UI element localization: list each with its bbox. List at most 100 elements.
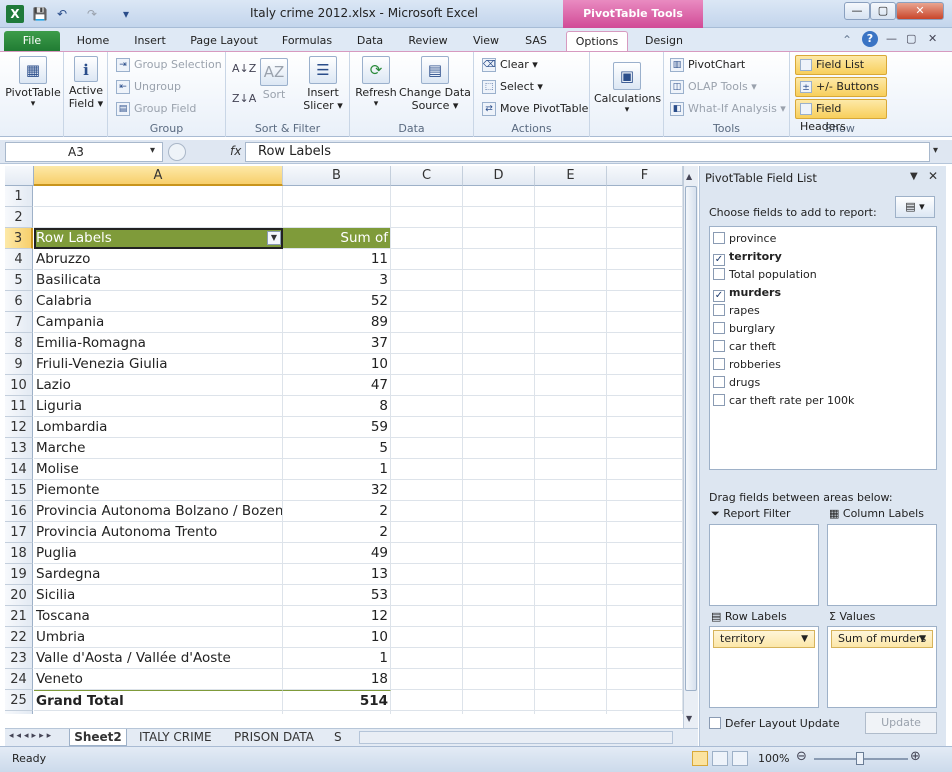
pivot-row-label[interactable]: Provincia Autonoma Bolzano / Bozen — [34, 501, 283, 522]
empty-cell[interactable] — [463, 291, 535, 312]
active-field-button[interactable]: ℹ Active Field ▾ — [66, 56, 106, 110]
empty-cell[interactable] — [463, 711, 535, 714]
insert-function-icon[interactable]: fx — [230, 144, 241, 158]
checkbox-icon[interactable] — [713, 232, 725, 244]
empty-cell[interactable] — [391, 417, 463, 438]
empty-cell[interactable] — [463, 354, 535, 375]
empty-cell[interactable] — [391, 207, 463, 228]
row-header-10[interactable]: 10 — [5, 375, 33, 396]
pivot-row-value[interactable]: 13 — [283, 564, 391, 585]
tab-sas[interactable]: SAS — [518, 31, 554, 52]
pivot-row-value[interactable]: 2 — [283, 501, 391, 522]
checkbox-icon[interactable] — [713, 268, 725, 280]
empty-cell[interactable] — [607, 690, 683, 711]
column-labels-area[interactable] — [827, 524, 937, 606]
scroll-up-icon[interactable]: ▲ — [686, 172, 692, 181]
empty-cell[interactable] — [607, 375, 683, 396]
worksheet-grid[interactable]: A B C D E F 1 2 3 Row Labels Sum of murders ▼… — [5, 166, 683, 714]
empty-cell[interactable] — [535, 375, 607, 396]
empty-cell[interactable] — [535, 438, 607, 459]
pivot-row-value[interactable]: 2 — [283, 522, 391, 543]
row-header-24[interactable]: 24 — [5, 669, 33, 690]
tab-review[interactable]: Review — [402, 31, 454, 52]
sheet-tab-sheet2[interactable]: Sheet2 — [69, 729, 127, 746]
pivot-row-value[interactable]: 53 — [283, 585, 391, 606]
column-header-e[interactable]: E — [535, 166, 607, 186]
empty-cell[interactable] — [535, 711, 607, 714]
field-item[interactable]: ✓ murders — [713, 284, 781, 302]
empty-cell[interactable] — [535, 249, 607, 270]
column-header-b[interactable]: B — [283, 166, 391, 186]
row-header-23[interactable]: 23 — [5, 648, 33, 669]
empty-cell[interactable] — [391, 711, 463, 714]
empty-cell[interactable] — [391, 501, 463, 522]
vertical-scrollbar[interactable]: ▲ ▼ — [683, 166, 698, 728]
empty-cell[interactable] — [607, 207, 683, 228]
empty-cell[interactable] — [535, 690, 607, 711]
tab-home[interactable]: Home — [70, 31, 116, 52]
row-header-21[interactable]: 21 — [5, 606, 33, 627]
excel-app-icon[interactable]: X — [6, 5, 24, 23]
defer-layout-update[interactable]: Defer Layout Update — [709, 717, 840, 730]
pivot-row-value[interactable]: 12 — [283, 606, 391, 627]
empty-cell[interactable] — [607, 354, 683, 375]
select-button[interactable]: ⬚ Select ▾ — [482, 80, 543, 94]
empty-cell[interactable] — [463, 480, 535, 501]
move-pivottable-button[interactable]: ⇄ Move PivotTable — [482, 102, 588, 116]
formula-input[interactable]: Row Labels — [245, 142, 930, 162]
row-field-pill[interactable]: territory ▼ — [713, 630, 815, 648]
empty-cell[interactable] — [391, 459, 463, 480]
workbook-minimize-icon[interactable]: — — [886, 32, 897, 45]
values-area[interactable]: Sum of murders ▼ — [827, 626, 937, 708]
update-button[interactable]: Update — [865, 712, 937, 734]
empty-cell[interactable] — [535, 228, 607, 249]
empty-cell[interactable] — [391, 690, 463, 711]
workbook-close-icon[interactable]: ✕ — [928, 32, 937, 45]
empty-cell[interactable] — [391, 375, 463, 396]
column-header-c[interactable]: C — [391, 166, 463, 186]
row-header-16[interactable]: 16 — [5, 501, 33, 522]
tab-design[interactable]: Design — [636, 31, 692, 52]
pivot-row-label[interactable]: Sicilia — [34, 585, 283, 606]
sheet-nav-icon[interactable]: ◂◂◂▸▸▸ — [9, 731, 54, 741]
empty-cell[interactable] — [391, 522, 463, 543]
field-headers-toggle[interactable]: Field Headers — [795, 99, 887, 133]
empty-cell[interactable] — [463, 459, 535, 480]
pivot-row-value[interactable]: 47 — [283, 375, 391, 396]
scroll-down-icon[interactable]: ▼ — [686, 714, 692, 723]
pivot-row-label[interactable]: Piemonte — [34, 480, 283, 501]
ungroup-button[interactable]: ⇤ Ungroup — [116, 80, 181, 94]
empty-cell[interactable] — [535, 585, 607, 606]
horizontal-scrollbar[interactable] — [359, 731, 673, 744]
checkbox-icon[interactable] — [713, 340, 725, 352]
empty-cell[interactable] — [463, 417, 535, 438]
tab-view[interactable]: View — [466, 31, 506, 52]
field-item[interactable]: car theft — [713, 338, 776, 356]
empty-cell[interactable] — [391, 249, 463, 270]
checkbox-icon[interactable] — [713, 394, 725, 406]
empty-cell[interactable] — [607, 417, 683, 438]
pivot-row-label[interactable]: Calabria — [34, 291, 283, 312]
empty-cell[interactable] — [391, 648, 463, 669]
tab-insert[interactable]: Insert — [126, 31, 174, 52]
empty-cell[interactable] — [463, 669, 535, 690]
empty-cell[interactable] — [463, 438, 535, 459]
redo-icon[interactable]: ↷ — [84, 6, 100, 22]
empty-cell[interactable] — [463, 333, 535, 354]
empty-cell[interactable] — [463, 228, 535, 249]
empty-cell[interactable] — [535, 291, 607, 312]
empty-cell[interactable] — [607, 522, 683, 543]
grand-total-label[interactable]: Grand Total — [34, 690, 283, 711]
pivot-row-value[interactable]: 1 — [283, 648, 391, 669]
group-field-button[interactable]: ▤ Group Field — [116, 102, 196, 116]
empty-cell[interactable] — [34, 207, 283, 228]
column-header-f[interactable]: F — [607, 166, 683, 186]
empty-cell[interactable] — [535, 207, 607, 228]
pivot-row-value[interactable]: 11 — [283, 249, 391, 270]
empty-cell[interactable] — [535, 522, 607, 543]
insert-slicer-button[interactable]: ☰ Insert Slicer ▾ — [298, 56, 348, 112]
field-item[interactable]: drugs — [713, 374, 760, 392]
row-header-26[interactable]: 26 — [5, 711, 33, 714]
empty-cell[interactable] — [607, 648, 683, 669]
expand-formula-bar-icon[interactable]: ▾ — [933, 145, 938, 156]
